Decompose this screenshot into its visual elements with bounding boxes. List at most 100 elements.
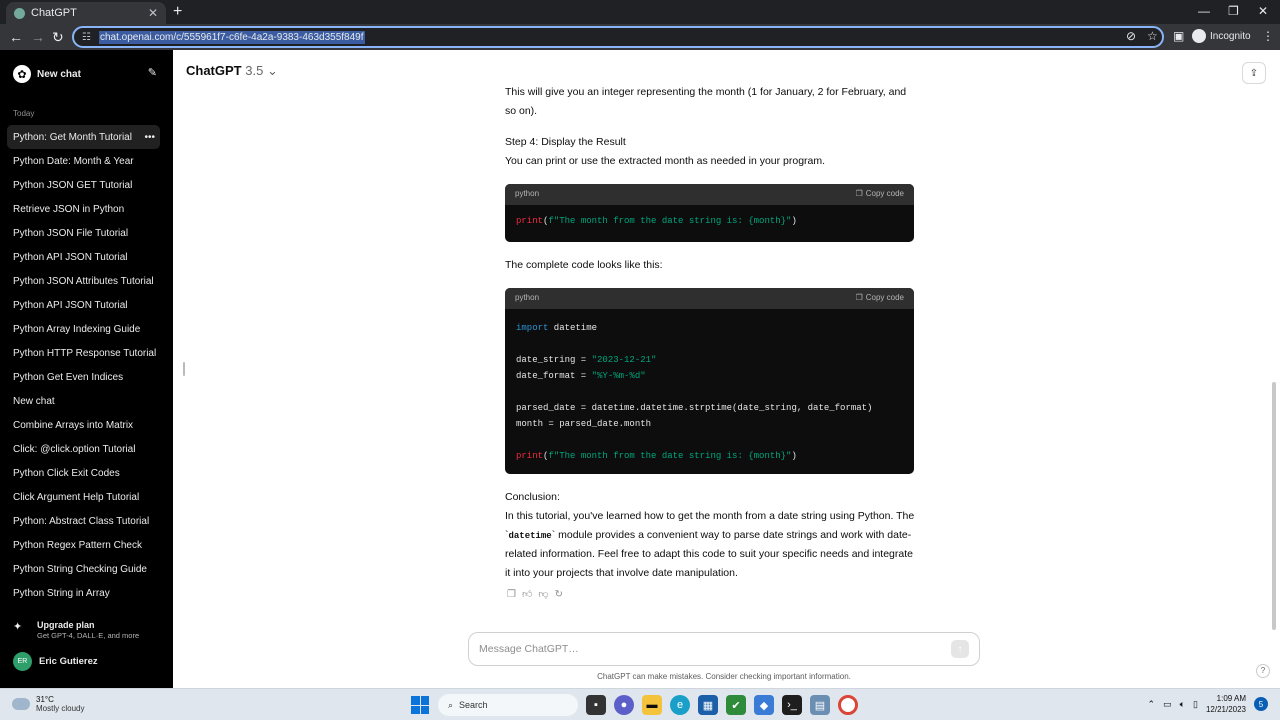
chat-history-item[interactable]: Python JSON File Tutorial xyxy=(7,221,160,245)
share-icon[interactable]: ⇪ xyxy=(1242,62,1266,84)
battery-icon[interactable]: ▯ xyxy=(1193,699,1198,710)
excel-icon[interactable]: ✔ xyxy=(726,695,746,715)
taskbar: 31°C Mostly cloudy ⌕ Search ▪ ● ▬ e ▦ ✔ … xyxy=(0,688,1280,720)
teams-icon[interactable]: ● xyxy=(614,695,634,715)
browser-tab[interactable]: ChatGPT ✕ xyxy=(6,2,166,24)
message-input[interactable]: Message ChatGPT… xyxy=(479,643,951,655)
incognito-eye-icon[interactable]: ⊘ xyxy=(1126,29,1136,43)
edge-icon[interactable]: e xyxy=(670,695,690,715)
side-panel-icon[interactable]: ▣ xyxy=(1173,29,1184,43)
chat-history-item[interactable]: Python Regex Pattern Check xyxy=(7,533,160,557)
send-button[interactable]: ↑ xyxy=(951,640,969,658)
user-profile[interactable]: ER Eric Gutierez xyxy=(13,652,98,671)
address-bar[interactable]: ☷ chat.openai.com/c/555961f7-c6fe-4a2a-9… xyxy=(72,26,1164,48)
windows-logo-icon xyxy=(411,696,429,714)
tab-close-icon[interactable]: ✕ xyxy=(148,6,158,20)
chat-history-item[interactable]: Python API JSON Tutorial xyxy=(7,293,160,317)
chat-history-item[interactable]: New chat xyxy=(7,389,160,413)
vscode-icon[interactable]: ◆ xyxy=(754,695,774,715)
chat-history-item[interactable]: Python API JSON Tutorial xyxy=(7,245,160,269)
chat-history-label: Retrieve JSON in Python xyxy=(13,203,125,215)
chat-history-item[interactable]: Retrieve JSON in Python xyxy=(7,197,160,221)
clock[interactable]: 1:09 AM 12/21/2023 xyxy=(1206,693,1246,715)
network-app-icon[interactable]: ▤ xyxy=(810,695,830,715)
forward-icon[interactable]: → xyxy=(31,29,45,45)
terminal-icon[interactable]: ›_ xyxy=(782,695,802,715)
chat-history-item[interactable]: Python: Abstract Class Tutorial xyxy=(7,509,160,533)
thumbs-down-icon[interactable]: 👎︎ xyxy=(538,586,548,605)
chat-history-item[interactable]: Python Click Exit Codes xyxy=(7,461,160,485)
url-text[interactable]: chat.openai.com/c/555961f7-c6fe-4a2a-938… xyxy=(98,30,365,44)
chat-history-item[interactable]: Python JSON Attributes Tutorial xyxy=(7,269,160,293)
clock-time: 1:09 AM xyxy=(1216,694,1246,703)
inline-code: datetime xyxy=(508,530,552,541)
chat-history-item[interactable]: Combine Arrays into Matrix xyxy=(7,413,160,437)
weather-desc: Mostly cloudy xyxy=(36,704,85,713)
weather-widget[interactable]: 31°C Mostly cloudy xyxy=(12,695,84,713)
new-chat-button[interactable]: ✿ New chat ✎ xyxy=(8,62,163,86)
incognito-indicator[interactable]: Incognito xyxy=(1192,29,1251,43)
chevron-down-icon: ⌄ xyxy=(266,63,278,78)
browser-menu-icon[interactable]: ⋮ xyxy=(1262,29,1274,43)
window-close-icon[interactable]: ✕ xyxy=(1258,4,1268,18)
clipboard-icon: ❐ xyxy=(855,189,863,199)
step4-title: Step 4: Display the Result xyxy=(505,136,626,148)
chat-history-label: Python Get Even Indices xyxy=(13,371,124,383)
avatar: ER xyxy=(13,652,32,671)
chat-history-item[interactable]: Python Array Indexing Guide xyxy=(7,317,160,341)
system-tray: ⌃ ▭ 🔈︎ ▯ 1:09 AM 12/21/2023 5 xyxy=(1148,693,1268,715)
edit-icon[interactable]: ✎ xyxy=(148,66,157,79)
file-explorer-icon[interactable]: ▬ xyxy=(642,695,662,715)
upgrade-title: Upgrade plan xyxy=(37,620,95,630)
help-button[interactable]: ? xyxy=(1256,664,1270,678)
scrollbar[interactable] xyxy=(1272,382,1276,630)
chat-history-item[interactable]: Python Get Even Indices xyxy=(7,365,160,389)
chat-history-item[interactable]: Python JSON GET Tutorial xyxy=(7,173,160,197)
restore-icon[interactable]: ❐ xyxy=(1228,4,1239,18)
sidebar: ✿ New chat ✎ Today Python: Get Month Tut… xyxy=(0,50,173,688)
chat-history-item[interactable]: Click: @click.option Tutorial xyxy=(7,437,160,461)
network-icon[interactable]: ▭ xyxy=(1163,699,1172,710)
chat-history-label: Python String Checking Guide xyxy=(13,563,147,575)
sidebar-collapse-handle[interactable] xyxy=(183,362,185,376)
chat-history-label: Python String in Array xyxy=(13,587,110,599)
copy-icon[interactable]: ❐ xyxy=(507,586,516,605)
store-icon[interactable]: ▦ xyxy=(698,695,718,715)
model-selector[interactable]: ChatGPT 3.5 ⌄ xyxy=(186,63,278,79)
chat-history-label: Python API JSON Tutorial xyxy=(13,251,128,263)
code-block-header: python ❐ Copy code xyxy=(505,184,914,205)
message-composer[interactable]: Message ChatGPT… ↑ xyxy=(468,632,980,666)
site-info-icon[interactable]: ☷ xyxy=(82,32,91,43)
search-label: Search xyxy=(459,700,488,710)
chat-history-item[interactable]: Python Date: Month & Year xyxy=(7,149,160,173)
chat-history-label: New chat xyxy=(13,395,55,407)
chat-history-item[interactable]: Python: Get Month Tutorial ••• xyxy=(7,125,160,149)
reload-icon[interactable]: ↻ xyxy=(52,29,64,46)
start-button[interactable] xyxy=(410,695,430,715)
chat-history-label: Python Date: Month & Year xyxy=(13,155,134,167)
chat-history-item[interactable]: Python String Checking Guide xyxy=(7,557,160,581)
upgrade-plan-button[interactable]: ✦ Upgrade plan Get GPT-4, DALL·E, and mo… xyxy=(13,620,163,640)
regenerate-icon[interactable]: ↻ xyxy=(555,586,563,605)
bookmark-star-icon[interactable]: ☆ xyxy=(1147,29,1158,43)
minimize-icon[interactable]: — xyxy=(1198,4,1210,18)
chat-history-item[interactable]: Python String in Array xyxy=(7,581,160,605)
chevron-up-icon[interactable]: ⌃ xyxy=(1148,699,1156,710)
disclaimer: ChatGPT can make mistakes. Consider chec… xyxy=(597,672,851,681)
task-view-icon[interactable]: ▪ xyxy=(586,695,606,715)
new-tab-button[interactable]: + xyxy=(173,3,182,21)
main-panel: ChatGPT 3.5 ⌄ ⇪ This will give you an in… xyxy=(173,50,1280,688)
thumbs-up-icon[interactable]: 👍︎ xyxy=(522,586,532,605)
copy-code-button[interactable]: ❐ Copy code xyxy=(856,185,904,204)
chat-history-item[interactable]: Python HTTP Response Tutorial xyxy=(7,341,160,365)
copy-code-button[interactable]: ❐ Copy code xyxy=(856,289,904,308)
chrome-icon[interactable] xyxy=(838,695,858,715)
notification-badge[interactable]: 5 xyxy=(1254,697,1268,711)
more-options-icon[interactable]: ••• xyxy=(144,132,155,143)
conclusion-text: In this tutorial, you've learned how to … xyxy=(505,510,915,579)
volume-icon[interactable]: 🔈︎ xyxy=(1180,699,1185,710)
chat-history-item[interactable]: Click Argument Help Tutorial xyxy=(7,485,160,509)
back-icon[interactable]: ← xyxy=(9,29,23,45)
chat-history-label: Python HTTP Response Tutorial xyxy=(13,347,157,359)
taskbar-search[interactable]: ⌕ Search xyxy=(438,694,578,716)
